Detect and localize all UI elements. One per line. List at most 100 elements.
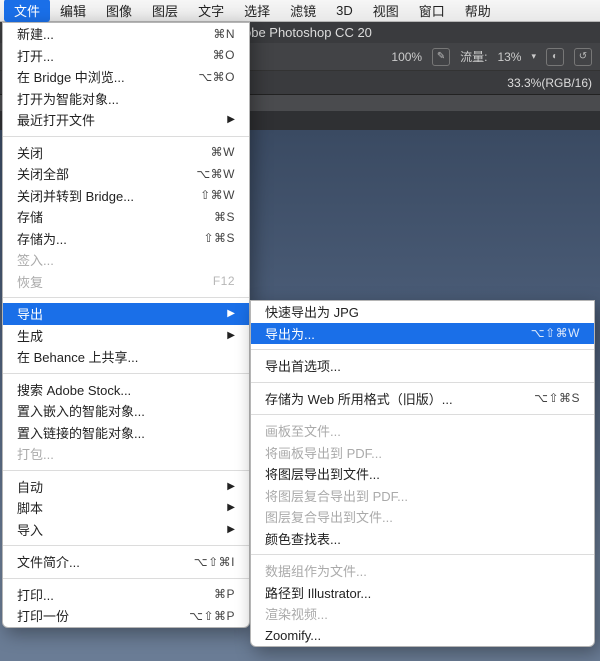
file-menu-separator <box>3 297 249 298</box>
menu-item-shortcut: ⌥⌘O <box>198 70 235 84</box>
file-menu-separator <box>3 373 249 374</box>
menu-item-label: 将画板导出到 PDF... <box>265 443 580 462</box>
file-menu-item-10[interactable]: 存储为...⇧⌘S <box>3 228 249 250</box>
menu-item-shortcut: ⌥⇧⌘S <box>534 391 580 405</box>
menu-item-shortcut: ⌘O <box>213 48 235 62</box>
menu-item-label: 最近打开文件 <box>17 110 221 129</box>
history-icon[interactable]: ↺ <box>574 48 592 66</box>
export-submenu-item-10: 将图层复合导出到 PDF... <box>251 485 594 507</box>
pressure-icon[interactable]: ◐ <box>546 48 564 66</box>
zoom-value[interactable]: 100% <box>391 50 422 64</box>
export-submenu-item-0[interactable]: 快速导出为 JPG <box>251 301 594 323</box>
file-menu-item-25[interactable]: 导入▶ <box>3 519 249 541</box>
export-submenu-separator <box>251 349 594 350</box>
menubar-item-窗口[interactable]: 窗口 <box>409 0 455 22</box>
file-menu-item-9[interactable]: 存储⌘S <box>3 206 249 228</box>
flow-label: 流量: <box>460 48 487 65</box>
menu-item-label: 打包... <box>17 444 235 463</box>
menu-item-label: 颜色查找表... <box>265 529 580 548</box>
menu-item-label: 打开为智能对象... <box>17 89 235 108</box>
airbrush-icon[interactable]: ✎ <box>432 48 450 66</box>
menu-item-label: 文件简介... <box>17 552 194 571</box>
menubar-item-选择[interactable]: 选择 <box>234 0 280 22</box>
menu-item-shortcut: ⌥⇧⌘W <box>531 326 580 340</box>
menubar-item-图像[interactable]: 图像 <box>96 0 142 22</box>
menu-item-shortcut: ⌥⇧⌘P <box>189 609 235 623</box>
menu-item-label: 存储 <box>17 207 214 226</box>
export-submenu-item-12[interactable]: 颜色查找表... <box>251 528 594 550</box>
file-menu-item-24[interactable]: 脚本▶ <box>3 497 249 519</box>
export-submenu-item-17[interactable]: Zoomify... <box>251 625 594 647</box>
document-tab-label: 33.3%(RGB/16) <box>507 76 592 90</box>
export-submenu-item-3[interactable]: 导出首选项... <box>251 355 594 377</box>
file-menu-item-15[interactable]: 生成▶ <box>3 325 249 347</box>
file-menu-item-2[interactable]: 在 Bridge 中浏览...⌥⌘O <box>3 66 249 88</box>
file-menu-item-23[interactable]: 自动▶ <box>3 476 249 498</box>
file-menu-separator <box>3 545 249 546</box>
menubar-item-视图[interactable]: 视图 <box>363 0 409 22</box>
file-menu-item-3[interactable]: 打开为智能对象... <box>3 88 249 110</box>
menu-item-label: 存储为... <box>17 229 203 248</box>
menu-item-label: 数据组作为文件... <box>265 561 580 580</box>
file-menu-item-27[interactable]: 文件简介...⌥⇧⌘I <box>3 551 249 573</box>
menubar-item-文字[interactable]: 文字 <box>188 0 234 22</box>
file-menu-item-1[interactable]: 打开...⌘O <box>3 45 249 67</box>
file-menu-item-4[interactable]: 最近打开文件▶ <box>3 109 249 131</box>
menu-item-label: 关闭并转到 Bridge... <box>17 186 200 205</box>
file-menu: 新建...⌘N打开...⌘O在 Bridge 中浏览...⌥⌘O打开为智能对象.… <box>2 22 250 628</box>
menu-item-label: 在 Bridge 中浏览... <box>17 67 198 86</box>
submenu-arrow-icon: ▶ <box>227 481 235 492</box>
menu-item-label: 置入嵌入的智能对象... <box>17 401 235 420</box>
file-menu-item-20[interactable]: 置入链接的智能对象... <box>3 422 249 444</box>
file-menu-item-30[interactable]: 打印一份⌥⇧⌘P <box>3 605 249 627</box>
menu-item-label: 将图层复合导出到 PDF... <box>265 486 580 505</box>
file-menu-item-7[interactable]: 关闭全部⌥⌘W <box>3 163 249 185</box>
file-menu-item-12: 恢复F12 <box>3 271 249 293</box>
flow-value[interactable]: 13% <box>497 50 521 64</box>
export-submenu-item-5[interactable]: 存储为 Web 所用格式（旧版）...⌥⇧⌘S <box>251 388 594 410</box>
menu-item-shortcut: ⌥⇧⌘I <box>194 555 235 569</box>
file-menu-item-6[interactable]: 关闭⌘W <box>3 142 249 164</box>
menu-item-label: 在 Behance 上共享... <box>17 347 235 366</box>
menu-item-label: 将图层导出到文件... <box>265 464 580 483</box>
file-menu-item-8[interactable]: 关闭并转到 Bridge...⇧⌘W <box>3 185 249 207</box>
file-menu-item-16[interactable]: 在 Behance 上共享... <box>3 346 249 368</box>
file-menu-item-11: 签入... <box>3 249 249 271</box>
file-menu-item-14[interactable]: 导出▶ <box>3 303 249 325</box>
export-submenu-item-1[interactable]: 导出为...⌥⇧⌘W <box>251 323 594 345</box>
menu-item-label: 打开... <box>17 46 213 65</box>
menu-item-label: Zoomify... <box>265 628 580 643</box>
file-menu-separator <box>3 470 249 471</box>
file-menu-item-29[interactable]: 打印...⌘P <box>3 584 249 606</box>
export-submenu-item-15[interactable]: 路径到 Illustrator... <box>251 582 594 604</box>
menubar-item-编辑[interactable]: 编辑 <box>50 0 96 22</box>
menu-item-shortcut: ⌘N <box>213 27 235 41</box>
export-submenu-item-9[interactable]: 将图层导出到文件... <box>251 463 594 485</box>
chevron-down-icon[interactable]: ▾ <box>531 51 536 62</box>
menubar-item-图层[interactable]: 图层 <box>142 0 188 22</box>
file-menu-item-0[interactable]: 新建...⌘N <box>3 23 249 45</box>
export-submenu-item-16: 渲染视频... <box>251 603 594 625</box>
menubar-item-文件[interactable]: 文件 <box>4 0 50 22</box>
menu-item-shortcut: F12 <box>213 274 235 288</box>
menubar-item-滤镜[interactable]: 滤镜 <box>280 0 326 22</box>
menu-item-shortcut: ⇧⌘W <box>200 188 235 202</box>
menu-item-label: 脚本 <box>17 498 221 517</box>
menu-item-label: 打印... <box>17 585 214 604</box>
menu-item-label: 导出为... <box>265 324 531 343</box>
menu-item-label: 关闭全部 <box>17 164 196 183</box>
export-submenu-separator <box>251 382 594 383</box>
export-submenu: 快速导出为 JPG导出为...⌥⇧⌘W 导出首选项... 存储为 Web 所用格式（… <box>250 300 595 647</box>
file-menu-item-19[interactable]: 置入嵌入的智能对象... <box>3 400 249 422</box>
menu-item-shortcut: ⌥⌘W <box>196 167 235 181</box>
menubar-item-帮助[interactable]: 帮助 <box>455 0 501 22</box>
menu-item-label: 导出 <box>17 304 221 323</box>
submenu-arrow-icon: ▶ <box>227 524 235 535</box>
export-submenu-item-8: 将画板导出到 PDF... <box>251 442 594 464</box>
menu-item-label: 路径到 Illustrator... <box>265 583 580 602</box>
menubar-item-3D[interactable]: 3D <box>326 1 363 20</box>
file-menu-item-18[interactable]: 搜索 Adobe Stock... <box>3 379 249 401</box>
export-submenu-item-14: 数据组作为文件... <box>251 560 594 582</box>
system-menubar: 文件编辑图像图层文字选择滤镜3D视图窗口帮助 <box>0 0 600 22</box>
file-menu-separator <box>3 136 249 137</box>
